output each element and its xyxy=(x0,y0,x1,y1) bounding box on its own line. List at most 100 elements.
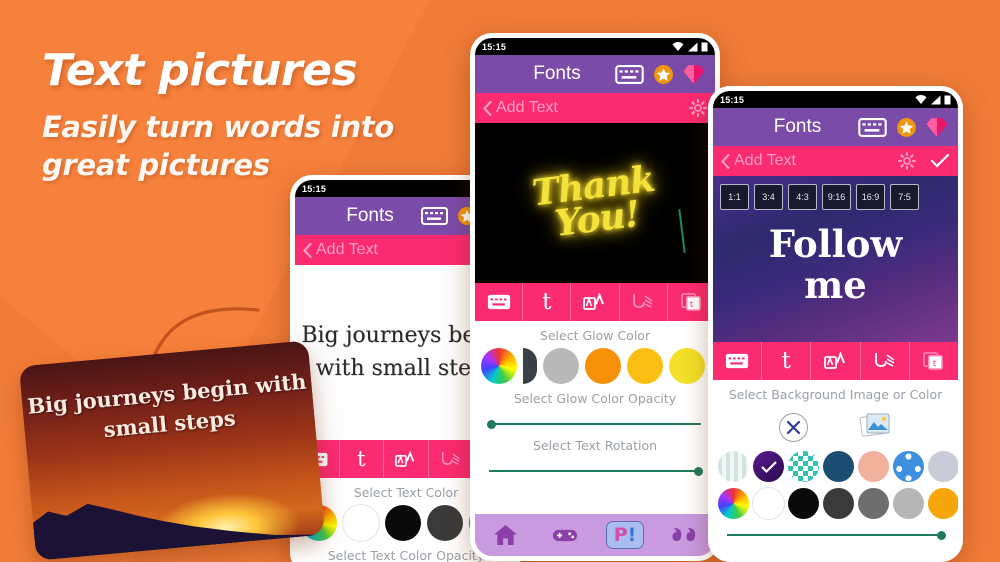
check-icon[interactable] xyxy=(930,153,950,169)
keyboard-icon[interactable] xyxy=(858,117,887,137)
back-label: Add Text xyxy=(316,241,378,258)
toolbar-glow-button[interactable] xyxy=(861,342,910,380)
letter-t-icon: t xyxy=(781,348,791,374)
keyboard-icon[interactable] xyxy=(421,207,448,225)
status-bar: 15:15 xyxy=(713,91,958,108)
toolbar-font-button[interactable]: t xyxy=(340,440,385,478)
back-button[interactable]: Add Text xyxy=(483,99,558,117)
text-preview-canvas[interactable]: 1:1 3:4 4:3 9:16 16:9 7:5 Follow me xyxy=(713,176,958,342)
swatch-orange[interactable] xyxy=(585,348,621,384)
svg-text:t: t xyxy=(933,359,937,369)
swatch-black[interactable] xyxy=(385,505,421,541)
signal-icon xyxy=(931,95,941,104)
diamond-icon[interactable] xyxy=(926,117,948,138)
status-icons xyxy=(672,41,708,52)
font-style-icon xyxy=(583,293,604,310)
pick-image-icon[interactable] xyxy=(859,411,893,444)
swatch-teal-diamond[interactable] xyxy=(788,451,819,482)
swatch-rainbow[interactable] xyxy=(718,488,749,519)
keyboard-icon[interactable] xyxy=(615,64,644,84)
swatch-lightsteel[interactable] xyxy=(928,451,958,482)
home-icon xyxy=(493,524,517,546)
ratio-chip-16-9[interactable]: 16:9 xyxy=(856,184,885,210)
swatch-dark[interactable] xyxy=(523,348,537,384)
app-bar-actions xyxy=(615,64,705,85)
text-rotation-slider[interactable] xyxy=(475,458,715,478)
toolbar-duplicate-button[interactable]: t xyxy=(910,342,958,380)
editor-toolbar: t t xyxy=(713,342,958,380)
glow-opacity-slider[interactable] xyxy=(475,411,715,431)
toolbar-glow-button[interactable] xyxy=(620,283,668,321)
keyboard-icon xyxy=(725,353,749,369)
swatch-gray[interactable] xyxy=(858,488,889,519)
toolbar-keyboard-button[interactable] xyxy=(475,283,524,321)
swatch-peach[interactable] xyxy=(858,451,889,482)
swatch-yellow[interactable] xyxy=(669,348,705,384)
swatch-darkgray[interactable] xyxy=(823,488,854,519)
swatch-white[interactable] xyxy=(753,488,784,519)
status-time: 15:15 xyxy=(302,183,327,194)
ratio-chip-9-16[interactable]: 9:16 xyxy=(822,184,851,210)
ratio-chip-4-3[interactable]: 4:3 xyxy=(788,184,817,210)
swatch-darkgray[interactable] xyxy=(427,505,463,541)
toolbar-font-button[interactable]: t xyxy=(762,342,812,380)
toolbar-glow-button[interactable] xyxy=(429,440,474,478)
nav-app-button[interactable]: P! xyxy=(595,521,655,549)
sunset-preview-card[interactable]: Big journeys begin with small steps xyxy=(18,340,326,561)
swatch-stripes[interactable] xyxy=(718,451,749,482)
app-title: Fonts xyxy=(533,63,581,84)
toolbar-textstyle-button[interactable] xyxy=(384,440,429,478)
gear-icon[interactable] xyxy=(898,152,916,170)
swatch-navy[interactable] xyxy=(823,451,854,482)
bottom-nav: P! xyxy=(475,514,715,556)
ratio-chip-7-5[interactable]: 7:5 xyxy=(890,184,919,210)
nav-games-button[interactable] xyxy=(535,527,595,544)
slider-knob[interactable] xyxy=(694,466,703,476)
swatch-rainbow[interactable] xyxy=(481,348,517,384)
toolbar-keyboard-button[interactable] xyxy=(713,342,763,380)
star-badge-icon[interactable] xyxy=(653,64,674,85)
back-button[interactable]: Add Text xyxy=(303,241,378,259)
nav-home-button[interactable] xyxy=(475,524,535,546)
toolbar-font-button[interactable]: t xyxy=(523,283,572,321)
slider-knob[interactable] xyxy=(487,419,496,429)
swatch-amber[interactable] xyxy=(627,348,663,384)
app-title: Fonts xyxy=(773,116,822,137)
app-logo-icon: P! xyxy=(605,521,645,549)
swatch-white[interactable] xyxy=(343,505,379,541)
toolbar-textstyle-button[interactable] xyxy=(811,342,861,380)
app-bar: Fonts xyxy=(713,108,958,146)
slider-knob[interactable] xyxy=(937,530,946,540)
app-bar: Fonts xyxy=(475,55,715,93)
toolbar-textstyle-button[interactable] xyxy=(571,283,620,321)
slider-track xyxy=(727,530,946,540)
swatch-lightgray[interactable] xyxy=(893,488,924,519)
sub-bar-actions xyxy=(689,99,707,117)
glow-color-swatches xyxy=(475,348,715,384)
text-rotation-label: Select Text Rotation xyxy=(532,438,658,453)
page-subtitle: Easily turn words into great pictures xyxy=(42,110,394,183)
nav-quotes-button[interactable] xyxy=(655,525,715,545)
clear-background-icon[interactable] xyxy=(778,413,808,442)
swatch-orange[interactable] xyxy=(928,488,958,519)
background-opacity-slider[interactable] xyxy=(713,522,958,542)
swatch-black[interactable] xyxy=(788,488,819,519)
back-button[interactable]: Add Text xyxy=(721,152,796,170)
quote-icon xyxy=(672,528,696,542)
swatch-blue-dots[interactable] xyxy=(893,451,924,482)
status-icons xyxy=(915,94,951,105)
text-preview-canvas[interactable]: Thank You! xyxy=(475,123,715,283)
status-time: 15:15 xyxy=(482,41,507,52)
letter-t-icon: t xyxy=(357,447,366,471)
swatch-purple-selected[interactable] xyxy=(753,451,784,482)
ratio-chip-3-4[interactable]: 3:4 xyxy=(754,184,783,210)
star-badge-icon[interactable] xyxy=(896,117,917,138)
ratio-chip-1-1[interactable]: 1:1 xyxy=(720,184,749,210)
editor-toolbar: t t xyxy=(475,283,715,321)
wifi-icon xyxy=(672,41,684,51)
font-style-icon xyxy=(395,450,415,467)
swatch-gray[interactable] xyxy=(543,348,579,384)
diamond-icon[interactable] xyxy=(683,64,705,85)
gear-icon[interactable] xyxy=(689,99,707,117)
aspect-ratio-chips: 1:1 3:4 4:3 9:16 16:9 7:5 xyxy=(713,176,958,210)
